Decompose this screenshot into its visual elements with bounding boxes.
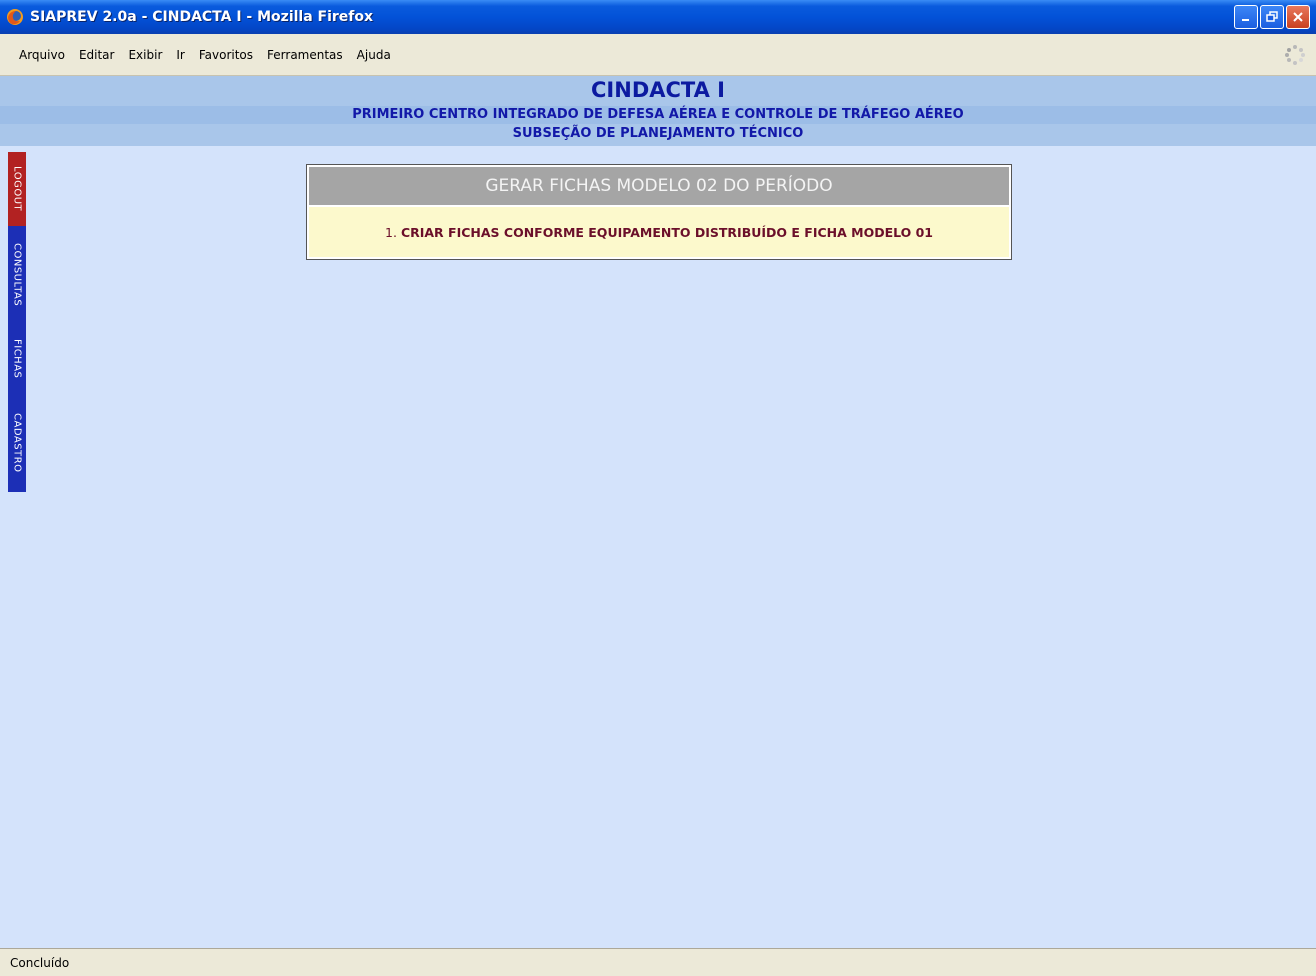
menu-arquivo[interactable]: Arquivo [12, 48, 72, 62]
generate-forms-panel: GERAR FICHAS MODELO 02 DO PERÍODO 1. CRI… [306, 164, 1012, 260]
restore-icon [1266, 11, 1278, 22]
section-title: SUBSEÇÃO DE PLANEJAMENTO TÉCNICO [512, 126, 804, 141]
window-controls [1234, 5, 1310, 29]
status-text: Concluído [10, 955, 70, 970]
sidebar-tab-fichas[interactable]: FICHAS [8, 324, 26, 394]
minimize-button[interactable] [1234, 5, 1258, 29]
throbber-icon [1285, 45, 1305, 65]
menu-ferramentas[interactable]: Ferramentas [260, 48, 350, 62]
minimize-icon [1242, 19, 1249, 21]
menu-bar: Arquivo Editar Exibir Ir Favoritos Ferra… [0, 34, 1316, 76]
create-forms-link[interactable]: CRIAR FICHAS CONFORME EQUIPAMENTO DISTRI… [401, 225, 933, 240]
sidebar-tab-logout[interactable]: LOGOUT [8, 152, 26, 226]
menu-editar[interactable]: Editar [72, 48, 122, 62]
restore-button[interactable] [1260, 5, 1284, 29]
sidebar-tab-cadastro[interactable]: CADASTRO [8, 394, 26, 492]
window-titlebar: SIAPREV 2.0a - CINDACTA I - Mozilla Fire… [0, 0, 1316, 34]
close-button[interactable] [1286, 5, 1310, 29]
menu-exibir[interactable]: Exibir [121, 48, 169, 62]
firefox-icon [7, 9, 23, 25]
panel-option: 1. CRIAR FICHAS CONFORME EQUIPAMENTO DIS… [309, 207, 1009, 257]
page-subtitle: PRIMEIRO CENTRO INTEGRADO DE DEFESA AÉRE… [352, 107, 964, 122]
sidebar-tab-consultas[interactable]: CONSULTAS [8, 226, 26, 324]
menu-favoritos[interactable]: Favoritos [192, 48, 260, 62]
menu-ajuda[interactable]: Ajuda [350, 48, 398, 62]
status-bar: Concluído [0, 948, 1316, 976]
menu-ir[interactable]: Ir [169, 48, 191, 62]
option-number: 1. [385, 224, 397, 240]
page-content: CINDACTA I PRIMEIRO CENTRO INTEGRADO DE … [0, 76, 1316, 948]
page-title: CINDACTA I [591, 78, 725, 102]
panel-heading: GERAR FICHAS MODELO 02 DO PERÍODO [309, 167, 1009, 205]
window-title: SIAPREV 2.0a - CINDACTA I - Mozilla Fire… [30, 9, 374, 25]
close-icon [1293, 12, 1303, 22]
